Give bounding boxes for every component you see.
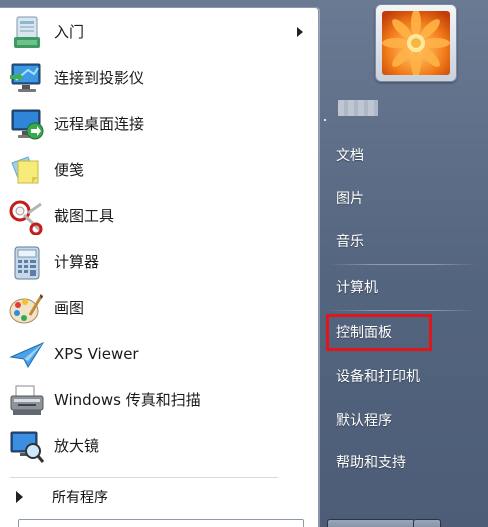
getting-started-icon: [14, 16, 40, 48]
avatar: [382, 11, 450, 75]
right-item-help-support[interactable]: 帮助和支持: [328, 445, 478, 481]
program-item-snipping-tool[interactable]: 截图工具: [0, 194, 318, 238]
program-label: 入门: [54, 23, 85, 41]
expand-arrow-icon: [16, 491, 23, 503]
program-label: 便笺: [54, 161, 85, 179]
start-menu: 入门 连接到投影仪 远程桌面连接 便笺 截图工具 计算器 画图 XPS View…: [0, 0, 488, 527]
right-item-label: 图片: [336, 191, 364, 207]
projector-icon: [10, 63, 41, 92]
right-item-label: 计算机: [336, 280, 378, 296]
all-programs-label: 所有程序: [52, 490, 108, 506]
program-label: XPS Viewer: [54, 345, 139, 363]
sticky-notes-icon: [11, 156, 39, 184]
user-name-blurred: [338, 100, 378, 116]
program-item-getting-started[interactable]: 入门: [0, 10, 318, 54]
program-label: 画图: [54, 299, 85, 317]
right-item-label: 设备和打印机: [336, 369, 420, 385]
paint-icon: [9, 294, 44, 324]
submenu-arrow-icon[interactable]: [297, 27, 303, 37]
right-separator: [328, 264, 478, 265]
all-programs-button[interactable]: 所有程序: [0, 483, 318, 513]
right-item-music[interactable]: 音乐: [328, 224, 478, 260]
control-panel-highlight-box: [326, 314, 432, 351]
program-item-xps-viewer[interactable]: XPS Viewer: [0, 332, 318, 376]
program-label: 连接到投影仪: [54, 69, 145, 87]
program-label: 远程桌面连接: [54, 115, 145, 133]
right-item-label: 文档: [336, 148, 364, 164]
user-name-marker: [324, 119, 326, 121]
program-item-calculator[interactable]: 计算器: [0, 240, 318, 284]
right-item-label: 音乐: [336, 234, 364, 250]
shutdown-button[interactable]: [327, 519, 415, 527]
program-item-sticky-notes[interactable]: 便笺: [0, 148, 318, 192]
program-label: 计算器: [54, 253, 100, 271]
program-item-fax-scan[interactable]: Windows 传真和扫描: [0, 378, 318, 422]
magnifier-icon: [10, 431, 45, 463]
snipping-tool-icon: [9, 200, 43, 235]
right-item-computer[interactable]: 计算机: [328, 270, 478, 306]
right-item-default-programs[interactable]: 默认程序: [328, 403, 478, 439]
right-item-devices-printers[interactable]: 设备和打印机: [328, 359, 478, 395]
shutdown-options-button[interactable]: [413, 519, 441, 527]
calculator-icon: [14, 246, 40, 280]
xps-viewer-icon: [9, 341, 45, 369]
search-input[interactable]: [18, 519, 304, 527]
programs-separator: [10, 477, 278, 478]
right-item-label: 默认程序: [336, 413, 392, 429]
programs-panel: 入门 连接到投影仪 远程桌面连接 便笺 截图工具 计算器 画图 XPS View…: [0, 7, 319, 527]
program-item-paint[interactable]: 画图: [0, 286, 318, 330]
program-item-magnifier[interactable]: 放大镜: [0, 424, 318, 468]
program-label: Windows 传真和扫描: [54, 391, 201, 409]
program-item-remote-desktop[interactable]: 远程桌面连接: [0, 102, 318, 146]
program-label: 放大镜: [54, 437, 100, 455]
flower-icon: [382, 11, 450, 75]
user-avatar-frame[interactable]: [375, 4, 457, 82]
program-label: 截图工具: [54, 207, 115, 225]
right-separator: [328, 310, 478, 311]
fax-scan-icon: [10, 385, 44, 415]
program-item-projector[interactable]: 连接到投影仪: [0, 56, 318, 100]
right-item-documents[interactable]: 文档: [328, 138, 478, 174]
remote-desktop-icon: [11, 109, 44, 140]
right-item-label: 帮助和支持: [336, 455, 406, 471]
right-item-pictures[interactable]: 图片: [328, 181, 478, 217]
